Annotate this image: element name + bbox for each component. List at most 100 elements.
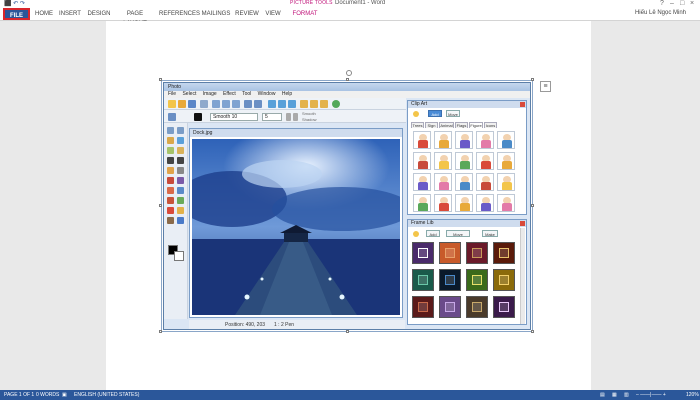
tab-design[interactable]: DESIGN — [86, 9, 112, 19]
clipart-thumbnail[interactable] — [497, 173, 515, 191]
clipart-thumbnail[interactable] — [476, 131, 494, 149]
shape-tool-icon[interactable] — [167, 197, 174, 204]
fit-icon[interactable] — [288, 100, 296, 108]
frame-thumbnail[interactable] — [466, 296, 488, 318]
tab-review[interactable]: REVIEW — [235, 9, 259, 19]
menu-file[interactable]: File — [168, 91, 176, 97]
frame-thumbnail[interactable] — [412, 296, 434, 318]
fill-tool-icon[interactable] — [167, 177, 174, 184]
help-icon[interactable]: ? — [660, 0, 664, 7]
tab-file[interactable]: FILE — [3, 8, 30, 20]
clipart-thumbnail[interactable] — [413, 194, 431, 212]
brush-icon[interactable] — [168, 113, 176, 121]
brush-size-select[interactable]: 5 — [262, 113, 282, 121]
maximize-icon[interactable]: □ — [680, 0, 684, 7]
panel-icon[interactable] — [310, 100, 318, 108]
frame-thumbnail[interactable] — [412, 269, 434, 291]
print-layout-icon[interactable]: ▦ — [612, 390, 617, 400]
crop-tool-icon[interactable] — [167, 147, 174, 154]
save-icon[interactable] — [188, 100, 196, 108]
frame-thumbnail[interactable] — [466, 269, 488, 291]
clipart-thumbnail[interactable] — [476, 173, 494, 191]
frame-thumbnail[interactable] — [466, 242, 488, 264]
zoom-slider[interactable]: – ——|—— + — [636, 390, 666, 400]
rotate-handle[interactable] — [346, 70, 352, 76]
frame-thumbnail[interactable] — [493, 269, 515, 291]
tab-home[interactable]: HOME — [33, 9, 55, 19]
wand-tool-icon[interactable] — [177, 147, 184, 154]
web-layout-icon[interactable]: ▥ — [624, 390, 629, 400]
brush-select[interactable]: Smooth 10 — [210, 113, 258, 121]
zoom-out-icon[interactable] — [278, 100, 286, 108]
clipart-thumbnail[interactable] — [497, 152, 515, 170]
proofing-icon[interactable]: ▣ — [62, 390, 67, 400]
frame-thumbnail[interactable] — [493, 296, 515, 318]
zoom-in-icon[interactable] — [268, 100, 276, 108]
subtab-trees[interactable]: Trees — [411, 122, 424, 128]
frame-thumbnail[interactable] — [439, 242, 461, 264]
language-indicator[interactable]: ENGLISH (UNITED STATES) — [74, 390, 139, 400]
subtab-sign[interactable]: Sign — [425, 122, 438, 128]
line-tool-icon[interactable] — [177, 157, 184, 164]
clipart-thumbnail[interactable] — [455, 131, 473, 149]
clipart-thumbnail[interactable] — [413, 131, 431, 149]
cut-icon[interactable] — [212, 100, 220, 108]
copy-icon[interactable] — [222, 100, 230, 108]
resize-handle[interactable] — [531, 330, 534, 333]
read-mode-icon[interactable]: ▤ — [600, 390, 605, 400]
clipart-move-button[interactable]: Move — [446, 110, 460, 117]
italic-icon[interactable] — [293, 113, 298, 121]
tab-view[interactable]: VIEW — [264, 9, 282, 19]
red-eye-tool-icon[interactable] — [167, 207, 174, 214]
clipart-thumbnail[interactable] — [497, 194, 515, 212]
clipart-thumbnail[interactable] — [455, 194, 473, 212]
window-icon[interactable] — [300, 100, 308, 108]
quick-access-toolbar[interactable]: ⬛ ↶ ↷ — [4, 0, 25, 7]
print-icon[interactable] — [200, 100, 208, 108]
resize-handle[interactable] — [159, 204, 162, 207]
sharpen-tool-icon[interactable] — [177, 217, 184, 224]
tab-mailings[interactable]: MAILINGS — [201, 9, 231, 19]
frame-thumbnail[interactable] — [439, 296, 461, 318]
menu-image[interactable]: Image — [203, 91, 217, 97]
zoom-tool-icon[interactable] — [177, 137, 184, 144]
subtab-icons[interactable]: Icons — [484, 122, 497, 128]
clipart-thumbnail[interactable] — [434, 131, 452, 149]
clipart-thumbnail[interactable] — [455, 152, 473, 170]
subtab-figure[interactable]: Figure — [469, 122, 483, 128]
move-tool-icon[interactable] — [177, 127, 184, 134]
resize-handle[interactable] — [531, 78, 534, 81]
smudge-tool-icon[interactable] — [167, 217, 174, 224]
redo-icon[interactable] — [254, 100, 262, 108]
help-icon[interactable] — [332, 100, 340, 108]
clipart-thumbnail[interactable] — [434, 152, 452, 170]
open-icon[interactable] — [178, 100, 186, 108]
clipart-thumbnail[interactable] — [476, 194, 494, 212]
background-color[interactable] — [174, 251, 184, 261]
clipart-thumbnail[interactable] — [413, 152, 431, 170]
clipart-thumbnail[interactable] — [413, 173, 431, 191]
frame-move-button[interactable]: Move — [446, 230, 470, 237]
user-name[interactable]: Hiếu Lê Ngọc Minh — [635, 10, 686, 16]
pen-tool-icon[interactable] — [167, 157, 174, 164]
menu-select[interactable]: Select — [182, 91, 196, 97]
clipart-thumbnail[interactable] — [497, 131, 515, 149]
light-tool-icon[interactable] — [177, 207, 184, 214]
bold-icon[interactable] — [286, 113, 291, 121]
clipart-thumbnail[interactable] — [434, 194, 452, 212]
select-tool-icon[interactable] — [167, 127, 174, 134]
undo-icon[interactable] — [244, 100, 252, 108]
subtab-flags[interactable]: Flags — [455, 122, 468, 128]
close-icon[interactable] — [520, 102, 525, 107]
word-count[interactable]: 0 WORDS — [36, 390, 59, 400]
brush-tool-icon[interactable] — [167, 167, 174, 174]
shadow-checkbox[interactable]: Shadow — [302, 117, 316, 122]
resize-handle[interactable] — [346, 330, 349, 333]
clipart-add-button[interactable]: Add — [428, 110, 442, 117]
eraser-tool-icon[interactable] — [177, 167, 184, 174]
clipart-thumbnail[interactable] — [434, 173, 452, 191]
layers-icon[interactable] — [320, 100, 328, 108]
menu-tool[interactable]: Tool — [242, 91, 251, 97]
tab-format[interactable]: FORMAT — [290, 9, 320, 19]
frame-make-button[interactable]: Make — [482, 230, 498, 237]
